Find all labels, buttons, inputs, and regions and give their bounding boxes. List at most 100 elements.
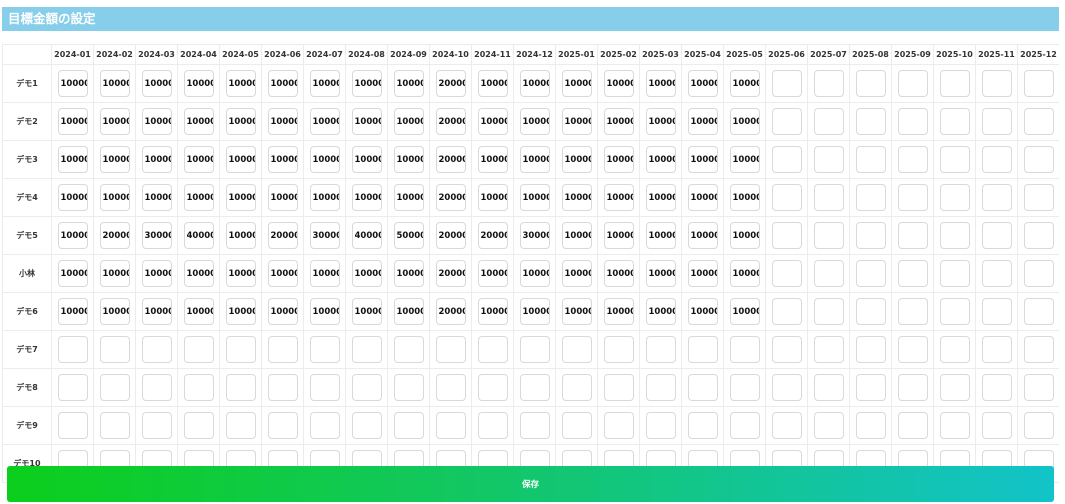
target-amount-input[interactable] [435, 298, 466, 325]
target-amount-input[interactable] [1023, 412, 1054, 439]
target-amount-input[interactable] [813, 184, 844, 211]
target-amount-input[interactable] [225, 336, 256, 363]
target-amount-input[interactable] [183, 70, 214, 97]
target-amount-input[interactable] [771, 412, 802, 439]
target-amount-input[interactable] [309, 146, 340, 173]
target-amount-input[interactable] [309, 336, 340, 363]
target-amount-input[interactable] [309, 108, 340, 135]
target-amount-input[interactable] [939, 260, 970, 287]
target-amount-input[interactable] [561, 336, 592, 363]
target-amount-input[interactable] [603, 298, 634, 325]
target-amount-input[interactable] [141, 70, 172, 97]
target-amount-input[interactable] [855, 146, 886, 173]
target-amount-input[interactable] [267, 184, 298, 211]
target-amount-input[interactable] [519, 374, 550, 401]
target-amount-input[interactable] [435, 260, 466, 287]
target-amount-input[interactable] [183, 412, 214, 439]
target-amount-input[interactable] [267, 146, 298, 173]
target-amount-input[interactable] [519, 70, 550, 97]
target-amount-input[interactable] [477, 184, 508, 211]
target-amount-input[interactable] [99, 184, 130, 211]
target-amount-input[interactable] [561, 298, 592, 325]
target-amount-input[interactable] [477, 260, 508, 287]
target-amount-input[interactable] [477, 412, 508, 439]
target-amount-input[interactable] [603, 260, 634, 287]
target-amount-input[interactable] [939, 222, 970, 249]
target-amount-input[interactable] [897, 298, 928, 325]
target-amount-input[interactable] [57, 70, 88, 97]
target-amount-input[interactable] [351, 260, 382, 287]
target-amount-input[interactable] [687, 70, 718, 97]
target-amount-input[interactable] [603, 146, 634, 173]
target-amount-input[interactable] [645, 412, 676, 439]
target-amount-input[interactable] [99, 374, 130, 401]
target-amount-input[interactable] [897, 146, 928, 173]
target-amount-input[interactable] [939, 184, 970, 211]
target-amount-input[interactable] [57, 298, 88, 325]
target-amount-input[interactable] [435, 412, 466, 439]
target-amount-input[interactable] [981, 108, 1012, 135]
target-amount-input[interactable] [981, 336, 1012, 363]
target-amount-input[interactable] [351, 70, 382, 97]
target-amount-input[interactable] [477, 298, 508, 325]
target-table-container[interactable]: 2024-01 2024-02 2024-03 2024-04 2024-05 2024-… [2, 44, 1059, 504]
target-amount-input[interactable] [561, 108, 592, 135]
target-amount-input[interactable] [729, 298, 760, 325]
target-amount-input[interactable] [855, 336, 886, 363]
target-amount-input[interactable] [351, 298, 382, 325]
target-amount-input[interactable] [267, 374, 298, 401]
target-amount-input[interactable] [225, 298, 256, 325]
target-amount-input[interactable] [477, 70, 508, 97]
target-amount-input[interactable] [981, 412, 1012, 439]
target-amount-input[interactable] [519, 336, 550, 363]
target-amount-input[interactable] [645, 146, 676, 173]
target-amount-input[interactable] [351, 146, 382, 173]
target-amount-input[interactable] [855, 70, 886, 97]
target-amount-input[interactable] [393, 108, 424, 135]
target-amount-input[interactable] [855, 184, 886, 211]
target-amount-input[interactable] [435, 222, 466, 249]
target-amount-input[interactable] [141, 412, 172, 439]
target-amount-input[interactable] [519, 412, 550, 439]
target-amount-input[interactable] [519, 184, 550, 211]
target-amount-input[interactable] [603, 336, 634, 363]
target-amount-input[interactable] [603, 184, 634, 211]
target-amount-input[interactable] [855, 260, 886, 287]
target-amount-input[interactable] [813, 70, 844, 97]
target-amount-input[interactable] [1023, 70, 1054, 97]
target-amount-input[interactable] [309, 298, 340, 325]
target-amount-input[interactable] [351, 222, 382, 249]
target-amount-input[interactable] [729, 412, 760, 439]
target-amount-input[interactable] [1023, 146, 1054, 173]
target-amount-input[interactable] [687, 108, 718, 135]
target-amount-input[interactable] [897, 70, 928, 97]
target-amount-input[interactable] [939, 336, 970, 363]
target-amount-input[interactable] [351, 108, 382, 135]
target-amount-input[interactable] [729, 184, 760, 211]
target-amount-input[interactable] [687, 298, 718, 325]
target-amount-input[interactable] [687, 146, 718, 173]
target-amount-input[interactable] [225, 184, 256, 211]
target-amount-input[interactable] [57, 184, 88, 211]
target-amount-input[interactable] [981, 70, 1012, 97]
target-amount-input[interactable] [393, 412, 424, 439]
target-amount-input[interactable] [519, 298, 550, 325]
target-amount-input[interactable] [981, 298, 1012, 325]
target-amount-input[interactable] [225, 70, 256, 97]
target-amount-input[interactable] [603, 222, 634, 249]
target-amount-input[interactable] [183, 184, 214, 211]
target-amount-input[interactable] [1023, 298, 1054, 325]
target-amount-input[interactable] [1023, 260, 1054, 287]
target-amount-input[interactable] [519, 222, 550, 249]
target-amount-input[interactable] [309, 260, 340, 287]
target-amount-input[interactable] [603, 70, 634, 97]
target-amount-input[interactable] [1023, 336, 1054, 363]
target-amount-input[interactable] [813, 336, 844, 363]
target-amount-input[interactable] [309, 374, 340, 401]
target-amount-input[interactable] [267, 298, 298, 325]
target-amount-input[interactable] [813, 146, 844, 173]
target-amount-input[interactable] [813, 298, 844, 325]
target-amount-input[interactable] [141, 336, 172, 363]
target-amount-input[interactable] [729, 70, 760, 97]
target-amount-input[interactable] [939, 412, 970, 439]
